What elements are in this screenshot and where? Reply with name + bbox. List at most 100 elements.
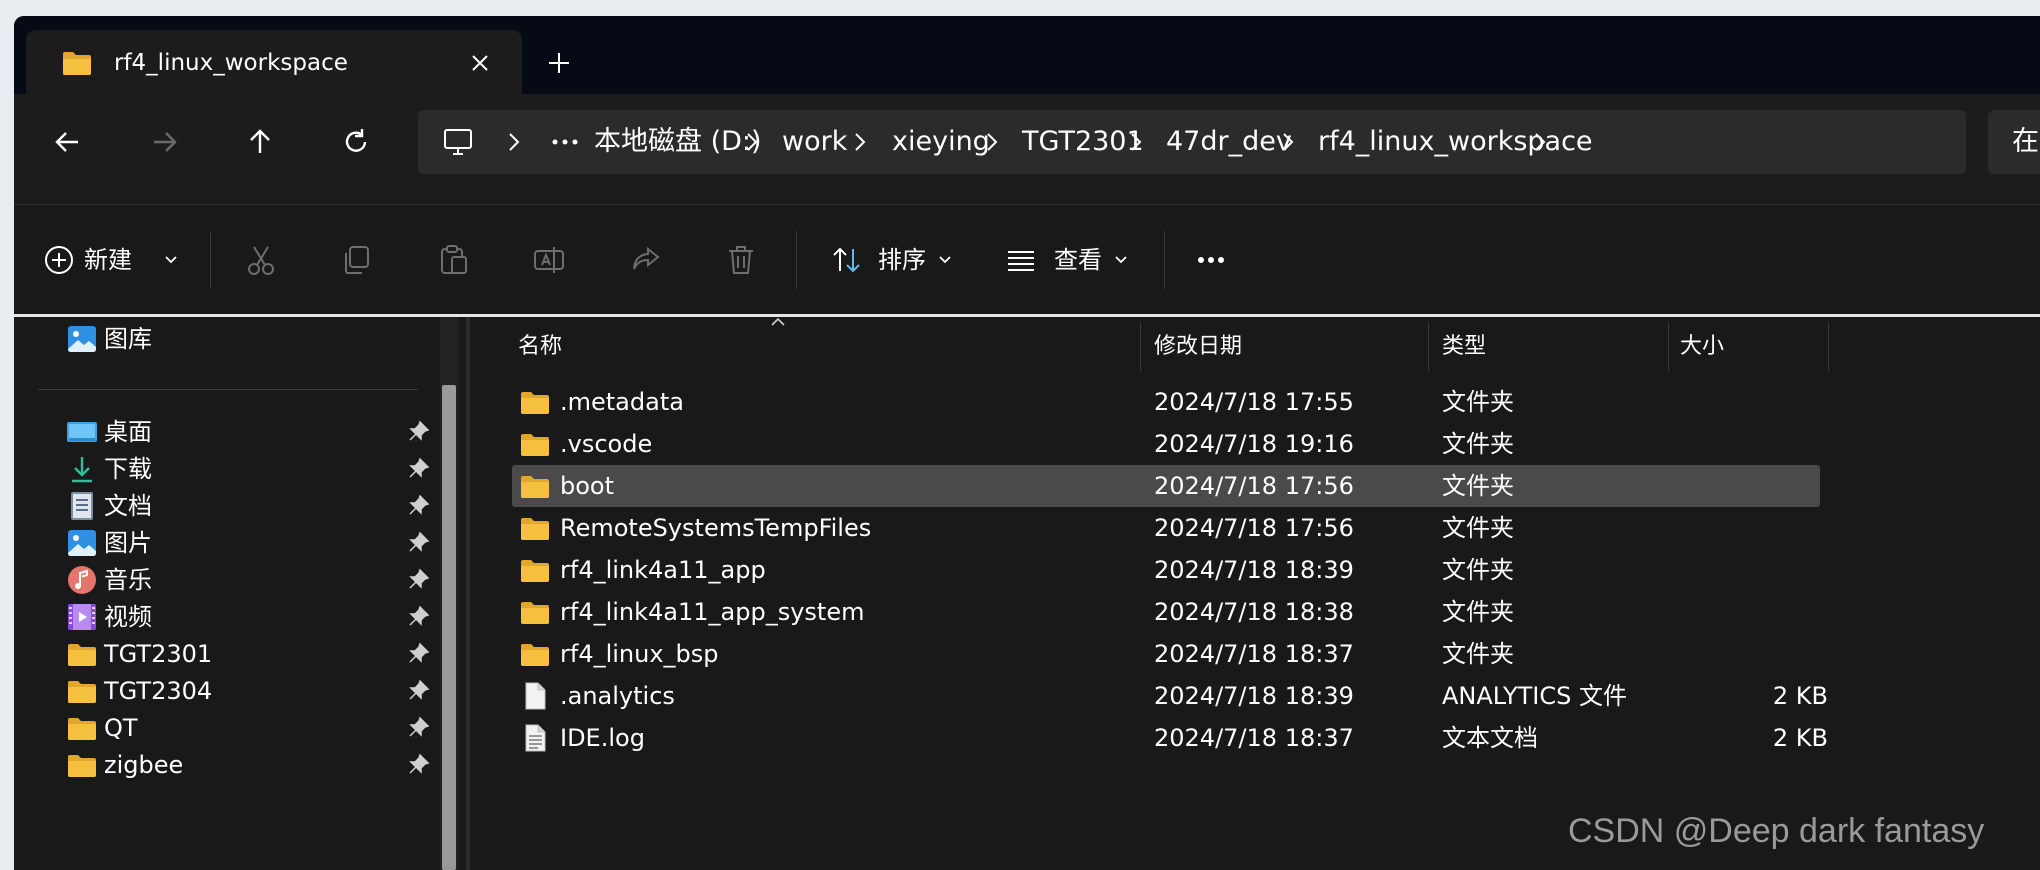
- address-bar[interactable]: 本地磁盘 (D:) work xieying TGT2301 47dr_dev …: [418, 110, 1966, 174]
- file-row[interactable]: .analytics 2024/7/18 18:39 ANALYTICS 文件 …: [512, 675, 1828, 717]
- pin-icon[interactable]: [408, 753, 430, 775]
- more-options-icon[interactable]: [1194, 243, 1228, 277]
- column-separator[interactable]: [1668, 323, 1669, 371]
- chevron-down-icon[interactable]: [938, 255, 952, 265]
- chevron-right-icon[interactable]: [506, 130, 522, 154]
- sidebar-item-qt[interactable]: QT: [66, 708, 430, 748]
- breadcrumb-tgt2301[interactable]: TGT2301: [1022, 110, 1144, 174]
- sidebar-item-documents[interactable]: 文档: [66, 486, 430, 526]
- sidebar-item-music[interactable]: 音乐: [66, 560, 430, 600]
- desktop-icon: [67, 422, 97, 442]
- file-type: 文本文档: [1442, 724, 1538, 752]
- copy-icon[interactable]: [340, 243, 374, 277]
- file-row[interactable]: rf4_link4a11_app_system 2024/7/18 18:38 …: [512, 591, 1820, 633]
- rename-icon[interactable]: [532, 243, 566, 277]
- new-plus-circle-icon[interactable]: [42, 243, 76, 277]
- pin-icon[interactable]: [408, 531, 430, 553]
- breadcrumb-47dr-dev[interactable]: 47dr_dev: [1166, 110, 1292, 174]
- sidebar-item-label: TGT2301: [104, 640, 213, 668]
- pin-icon[interactable]: [408, 420, 430, 442]
- forward-arrow-icon[interactable]: [146, 124, 182, 160]
- share-icon[interactable]: [628, 243, 662, 277]
- chevron-right-icon[interactable]: [744, 130, 760, 154]
- column-header-type[interactable]: 类型: [1442, 329, 1486, 365]
- paste-clipboard-icon[interactable]: [436, 243, 470, 277]
- file-icon: [525, 682, 546, 710]
- breadcrumb-drive[interactable]: 本地磁盘 (D:): [594, 110, 762, 174]
- pin-icon[interactable]: [408, 568, 430, 590]
- sidebar-item-zigbee[interactable]: zigbee: [66, 745, 430, 785]
- sidebar-item-tgt2304[interactable]: TGT2304: [66, 671, 430, 711]
- chevron-right-icon[interactable]: [984, 130, 1000, 154]
- delete-trash-icon[interactable]: [724, 243, 758, 277]
- pin-icon[interactable]: [408, 605, 430, 627]
- file-name: rf4_link4a11_app_system: [560, 598, 865, 626]
- pin-icon[interactable]: [408, 642, 430, 664]
- sidebar-scrollbar-thumb[interactable]: [442, 385, 456, 870]
- command-bar: 新建 排序 查看: [14, 204, 2040, 315]
- chevron-down-icon[interactable]: [164, 255, 178, 265]
- sort-arrows-icon[interactable]: [830, 243, 864, 277]
- column-header-modified[interactable]: 修改日期: [1154, 329, 1242, 365]
- pin-icon[interactable]: [408, 494, 430, 516]
- column-header-name[interactable]: 名称: [518, 329, 562, 365]
- sidebar-item-pictures[interactable]: 图片: [66, 523, 430, 563]
- file-row[interactable]: RemoteSystemsTempFiles 2024/7/18 17:56 文…: [512, 507, 1820, 549]
- sidebar-item-gallery[interactable]: 图库: [66, 319, 426, 359]
- navigation-bar: 本地磁盘 (D:) work xieying TGT2301 47dr_dev …: [14, 94, 2040, 204]
- chevron-right-icon[interactable]: [852, 130, 868, 154]
- close-icon[interactable]: [466, 49, 494, 77]
- breadcrumb-rf4-linux-workspace[interactable]: rf4_linux_workspace: [1318, 110, 1593, 174]
- sidebar-item-label: 下载: [104, 455, 152, 483]
- breadcrumb-xieying[interactable]: xieying: [892, 110, 990, 174]
- back-arrow-icon[interactable]: [50, 124, 86, 160]
- pin-icon[interactable]: [408, 679, 430, 701]
- file-name: rf4_link4a11_app: [560, 556, 766, 584]
- file-type: 文件夹: [1442, 430, 1514, 458]
- chevron-right-icon[interactable]: [1280, 130, 1296, 154]
- pin-icon[interactable]: [408, 457, 430, 479]
- column-separator[interactable]: [1140, 323, 1141, 371]
- sidebar-item-downloads[interactable]: 下载: [66, 449, 430, 489]
- file-row[interactable]: IDE.log 2024/7/18 18:37 文本文档 2 KB: [512, 717, 1828, 759]
- cut-scissors-icon[interactable]: [244, 243, 278, 277]
- column-separator[interactable]: [1428, 323, 1429, 371]
- column-separator[interactable]: [1828, 323, 1829, 371]
- more-dots-icon[interactable]: [552, 138, 578, 146]
- file-modified: 2024/7/18 19:16: [1154, 430, 1354, 458]
- video-icon: [68, 604, 96, 630]
- file-row[interactable]: .vscode 2024/7/18 19:16 文件夹: [512, 423, 1820, 465]
- search-box[interactable]: 在 r: [1988, 110, 2040, 174]
- folder-icon: [521, 644, 549, 666]
- folder-icon: [68, 755, 96, 777]
- refresh-icon[interactable]: [338, 124, 374, 160]
- sort-ascending-icon: [771, 317, 785, 326]
- view-list-icon[interactable]: [1004, 243, 1038, 277]
- folder-icon: [63, 52, 91, 75]
- new-button[interactable]: 新建: [84, 243, 132, 277]
- pin-icon[interactable]: [408, 716, 430, 738]
- column-header-size[interactable]: 大小: [1680, 329, 1724, 365]
- up-arrow-icon[interactable]: [242, 124, 278, 160]
- file-modified: 2024/7/18 18:37: [1154, 724, 1354, 752]
- sidebar-item-label: QT: [104, 714, 138, 742]
- chevron-down-icon[interactable]: [1114, 255, 1128, 265]
- sidebar-item-videos[interactable]: 视频: [66, 597, 430, 637]
- file-name: .metadata: [560, 388, 684, 416]
- sort-button[interactable]: 排序: [878, 243, 926, 277]
- file-row[interactable]: rf4_link4a11_app 2024/7/18 18:39 文件夹: [512, 549, 1820, 591]
- view-button[interactable]: 查看: [1054, 243, 1102, 277]
- breadcrumb-work[interactable]: work: [782, 110, 847, 174]
- sidebar-item-desktop[interactable]: 桌面: [66, 412, 430, 452]
- chevron-right-icon[interactable]: [1128, 130, 1144, 154]
- chevron-right-icon[interactable]: [1532, 130, 1548, 154]
- file-row[interactable]: rf4_linux_bsp 2024/7/18 18:37 文件夹: [512, 633, 1820, 675]
- sidebar-item-tgt2301[interactable]: TGT2301: [66, 634, 430, 674]
- this-pc-icon[interactable]: [442, 126, 474, 158]
- file-row-selected[interactable]: boot 2024/7/18 17:56 文件夹: [512, 465, 1820, 507]
- file-row[interactable]: .metadata 2024/7/18 17:55 文件夹: [512, 381, 1820, 423]
- tab-current[interactable]: rf4_linux_workspace: [26, 30, 522, 94]
- file-type: 文件夹: [1442, 472, 1514, 500]
- new-tab-plus-icon[interactable]: [544, 48, 574, 78]
- folder-icon: [521, 434, 549, 456]
